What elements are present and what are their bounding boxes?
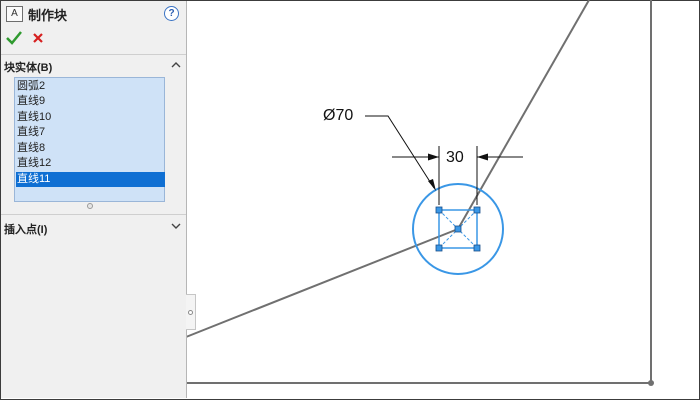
ok-button[interactable]: [5, 29, 23, 47]
vertex-handle-top-right[interactable]: [473, 206, 481, 214]
property-manager-panel: A 制作块 ? 块实体(B) 圆弧2 直线9 直线10 直线7 直线8 直线12…: [1, 1, 187, 398]
dimension-arrowhead-left: [428, 153, 439, 161]
dimension-arrowhead-right: [477, 153, 488, 161]
sketch-line-lower-diagonal[interactable]: [185, 228, 459, 338]
block-entities-section-title[interactable]: 块实体(B): [4, 59, 52, 75]
sketch-corner-point[interactable]: [648, 380, 654, 386]
block-entities-list[interactable]: 圆弧2 直线9 直线10 直线7 直线8 直线12 直线11: [14, 77, 165, 202]
sketch-line-upper-diagonal[interactable]: [457, 0, 590, 230]
vertex-handle-top-left[interactable]: [435, 206, 443, 214]
panel-collapse-handle[interactable]: [186, 294, 196, 330]
handle-grip-icon: [188, 310, 193, 315]
list-resize-handle[interactable]: [87, 203, 93, 209]
vertex-handle-bottom-left[interactable]: [435, 244, 443, 252]
list-item-selected[interactable]: 直线11: [16, 172, 165, 187]
insertion-point-section-title[interactable]: 插入点(I): [4, 221, 47, 237]
chevron-down-icon[interactable]: [171, 221, 181, 231]
vertex-handle-center[interactable]: [454, 225, 462, 233]
divider: [1, 54, 186, 55]
diameter-dimension-text[interactable]: Ø70: [323, 107, 353, 125]
list-item[interactable]: 直线12: [16, 156, 165, 171]
list-item[interactable]: 直线9: [16, 94, 165, 109]
divider: [1, 214, 186, 215]
panel-title: 制作块: [28, 8, 68, 23]
chevron-up-icon[interactable]: [171, 60, 181, 70]
list-item[interactable]: 直线8: [16, 141, 165, 156]
vertex-handle-bottom-right[interactable]: [473, 244, 481, 252]
help-icon[interactable]: ?: [164, 6, 179, 21]
make-block-icon: A: [6, 6, 23, 22]
list-item[interactable]: 直线10: [16, 110, 165, 125]
panel-header: A 制作块 ?: [1, 1, 186, 25]
close-icon: [33, 33, 43, 43]
diameter-arrowhead: [428, 179, 436, 191]
diameter-leader-line: [365, 115, 435, 189]
list-item[interactable]: 圆弧2: [16, 79, 165, 94]
linear-dimension-text[interactable]: 30: [446, 149, 464, 167]
checkmark-icon: [6, 31, 22, 45]
list-item[interactable]: 直线7: [16, 125, 165, 140]
cancel-button[interactable]: [30, 29, 46, 47]
